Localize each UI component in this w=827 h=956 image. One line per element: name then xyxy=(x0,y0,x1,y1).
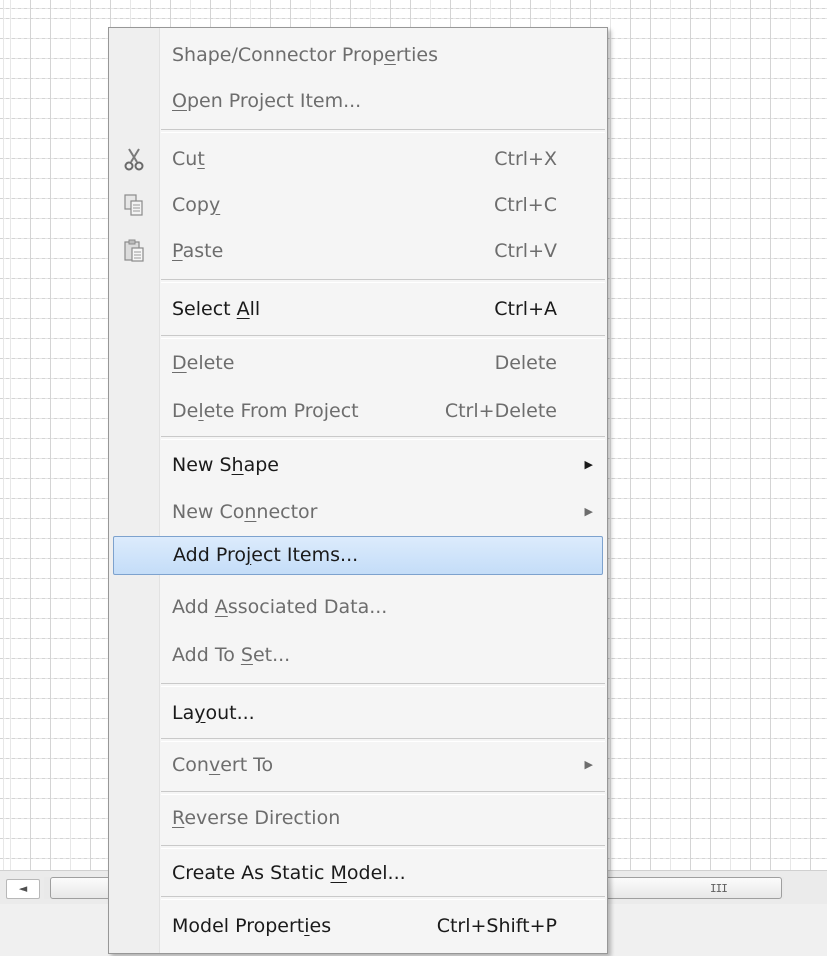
menu-item-new-connector[interactable]: New Connector ▶ xyxy=(109,489,607,535)
menu-item-label: Model Properties xyxy=(172,915,332,937)
menu-item-delete[interactable]: Delete Delete xyxy=(109,340,607,386)
menu-item-label: Cut xyxy=(172,148,205,170)
menu-item-select-all[interactable]: Select All Ctrl+A xyxy=(109,286,607,332)
menu-item-copy[interactable]: Copy Ctrl+C xyxy=(109,182,607,228)
menu-item-cut[interactable]: Cut Ctrl+X xyxy=(109,136,607,182)
menu-item-model-properties[interactable]: Model Properties Ctrl+Shift+P xyxy=(109,903,607,949)
menu-item-label: Copy xyxy=(172,194,221,216)
scissors-icon xyxy=(124,148,144,171)
menu-separator xyxy=(161,683,605,687)
menu-item-layout[interactable]: Layout... xyxy=(109,690,607,736)
menu-item-label: New Connector xyxy=(172,501,318,523)
submenu-arrow-icon: ▶ xyxy=(584,458,593,471)
submenu-arrow-icon: ▶ xyxy=(584,758,593,771)
menu-item-add-project-items[interactable]: Add Project Items... xyxy=(113,536,603,575)
menu-item-reverse-direction[interactable]: Reverse Direction xyxy=(109,795,607,841)
menu-item-shortcut: Ctrl+V xyxy=(494,240,557,262)
menu-item-shortcut: Ctrl+Shift+P xyxy=(436,915,557,937)
menu-item-label: Convert To xyxy=(172,754,274,776)
menu-item-convert-to[interactable]: Convert To ▶ xyxy=(109,742,607,788)
menu-item-open-project-item[interactable]: Open Project Item... xyxy=(109,78,607,124)
menu-item-label: Add Project Items... xyxy=(173,544,359,566)
menu-item-label: Reverse Direction xyxy=(172,807,341,829)
menu-item-add-associated-data[interactable]: Add Associated Data... xyxy=(109,584,607,630)
context-menu: Shape/Connector Properties Open Project … xyxy=(108,27,608,954)
menu-item-shortcut: Ctrl+X xyxy=(494,148,557,170)
menu-item-shortcut: Delete xyxy=(494,352,557,374)
copy-icon xyxy=(124,194,143,216)
menu-item-add-to-set[interactable]: Add To Set... xyxy=(109,632,607,678)
menu-item-label: Delete xyxy=(172,352,235,374)
menu-item-label: Paste xyxy=(172,240,224,262)
menu-separator xyxy=(161,436,605,440)
paste-icon xyxy=(124,239,144,262)
menu-item-create-as-static-model[interactable]: Create As Static Model... xyxy=(109,850,607,896)
menu-item-label: Shape/Connector Properties xyxy=(172,44,438,66)
menu-item-label: Create As Static Model... xyxy=(172,862,406,884)
menu-item-label: Add Associated Data... xyxy=(172,596,388,618)
menu-separator xyxy=(161,335,605,339)
menu-item-shape-connector-properties[interactable]: Shape/Connector Properties xyxy=(109,32,607,78)
menu-item-label: Delete From Project xyxy=(172,400,359,422)
menu-separator xyxy=(161,896,605,900)
menu-item-shortcut: Ctrl+Delete xyxy=(444,400,557,422)
submenu-arrow-icon: ▶ xyxy=(584,505,593,518)
menu-item-label: Add To Set... xyxy=(172,644,291,666)
menu-item-label: Open Project Item... xyxy=(172,90,362,112)
menu-separator xyxy=(161,129,605,133)
menu-separator xyxy=(161,279,605,283)
menu-separator xyxy=(161,845,605,849)
menu-item-shortcut: Ctrl+A xyxy=(494,298,557,320)
menu-item-label: Layout... xyxy=(172,702,255,724)
menu-item-new-shape[interactable]: New Shape ▶ xyxy=(109,442,607,488)
scroll-left-arrow-icon[interactable]: ◄ xyxy=(6,879,40,899)
menu-item-label: Select All xyxy=(172,298,261,320)
menu-item-delete-from-project[interactable]: Delete From Project Ctrl+Delete xyxy=(109,388,607,434)
menu-item-shortcut: Ctrl+C xyxy=(494,194,557,216)
scroll-grip-icon: III xyxy=(710,882,728,895)
menu-item-label: New Shape xyxy=(172,454,279,476)
menu-item-paste[interactable]: Paste Ctrl+V xyxy=(109,228,607,274)
